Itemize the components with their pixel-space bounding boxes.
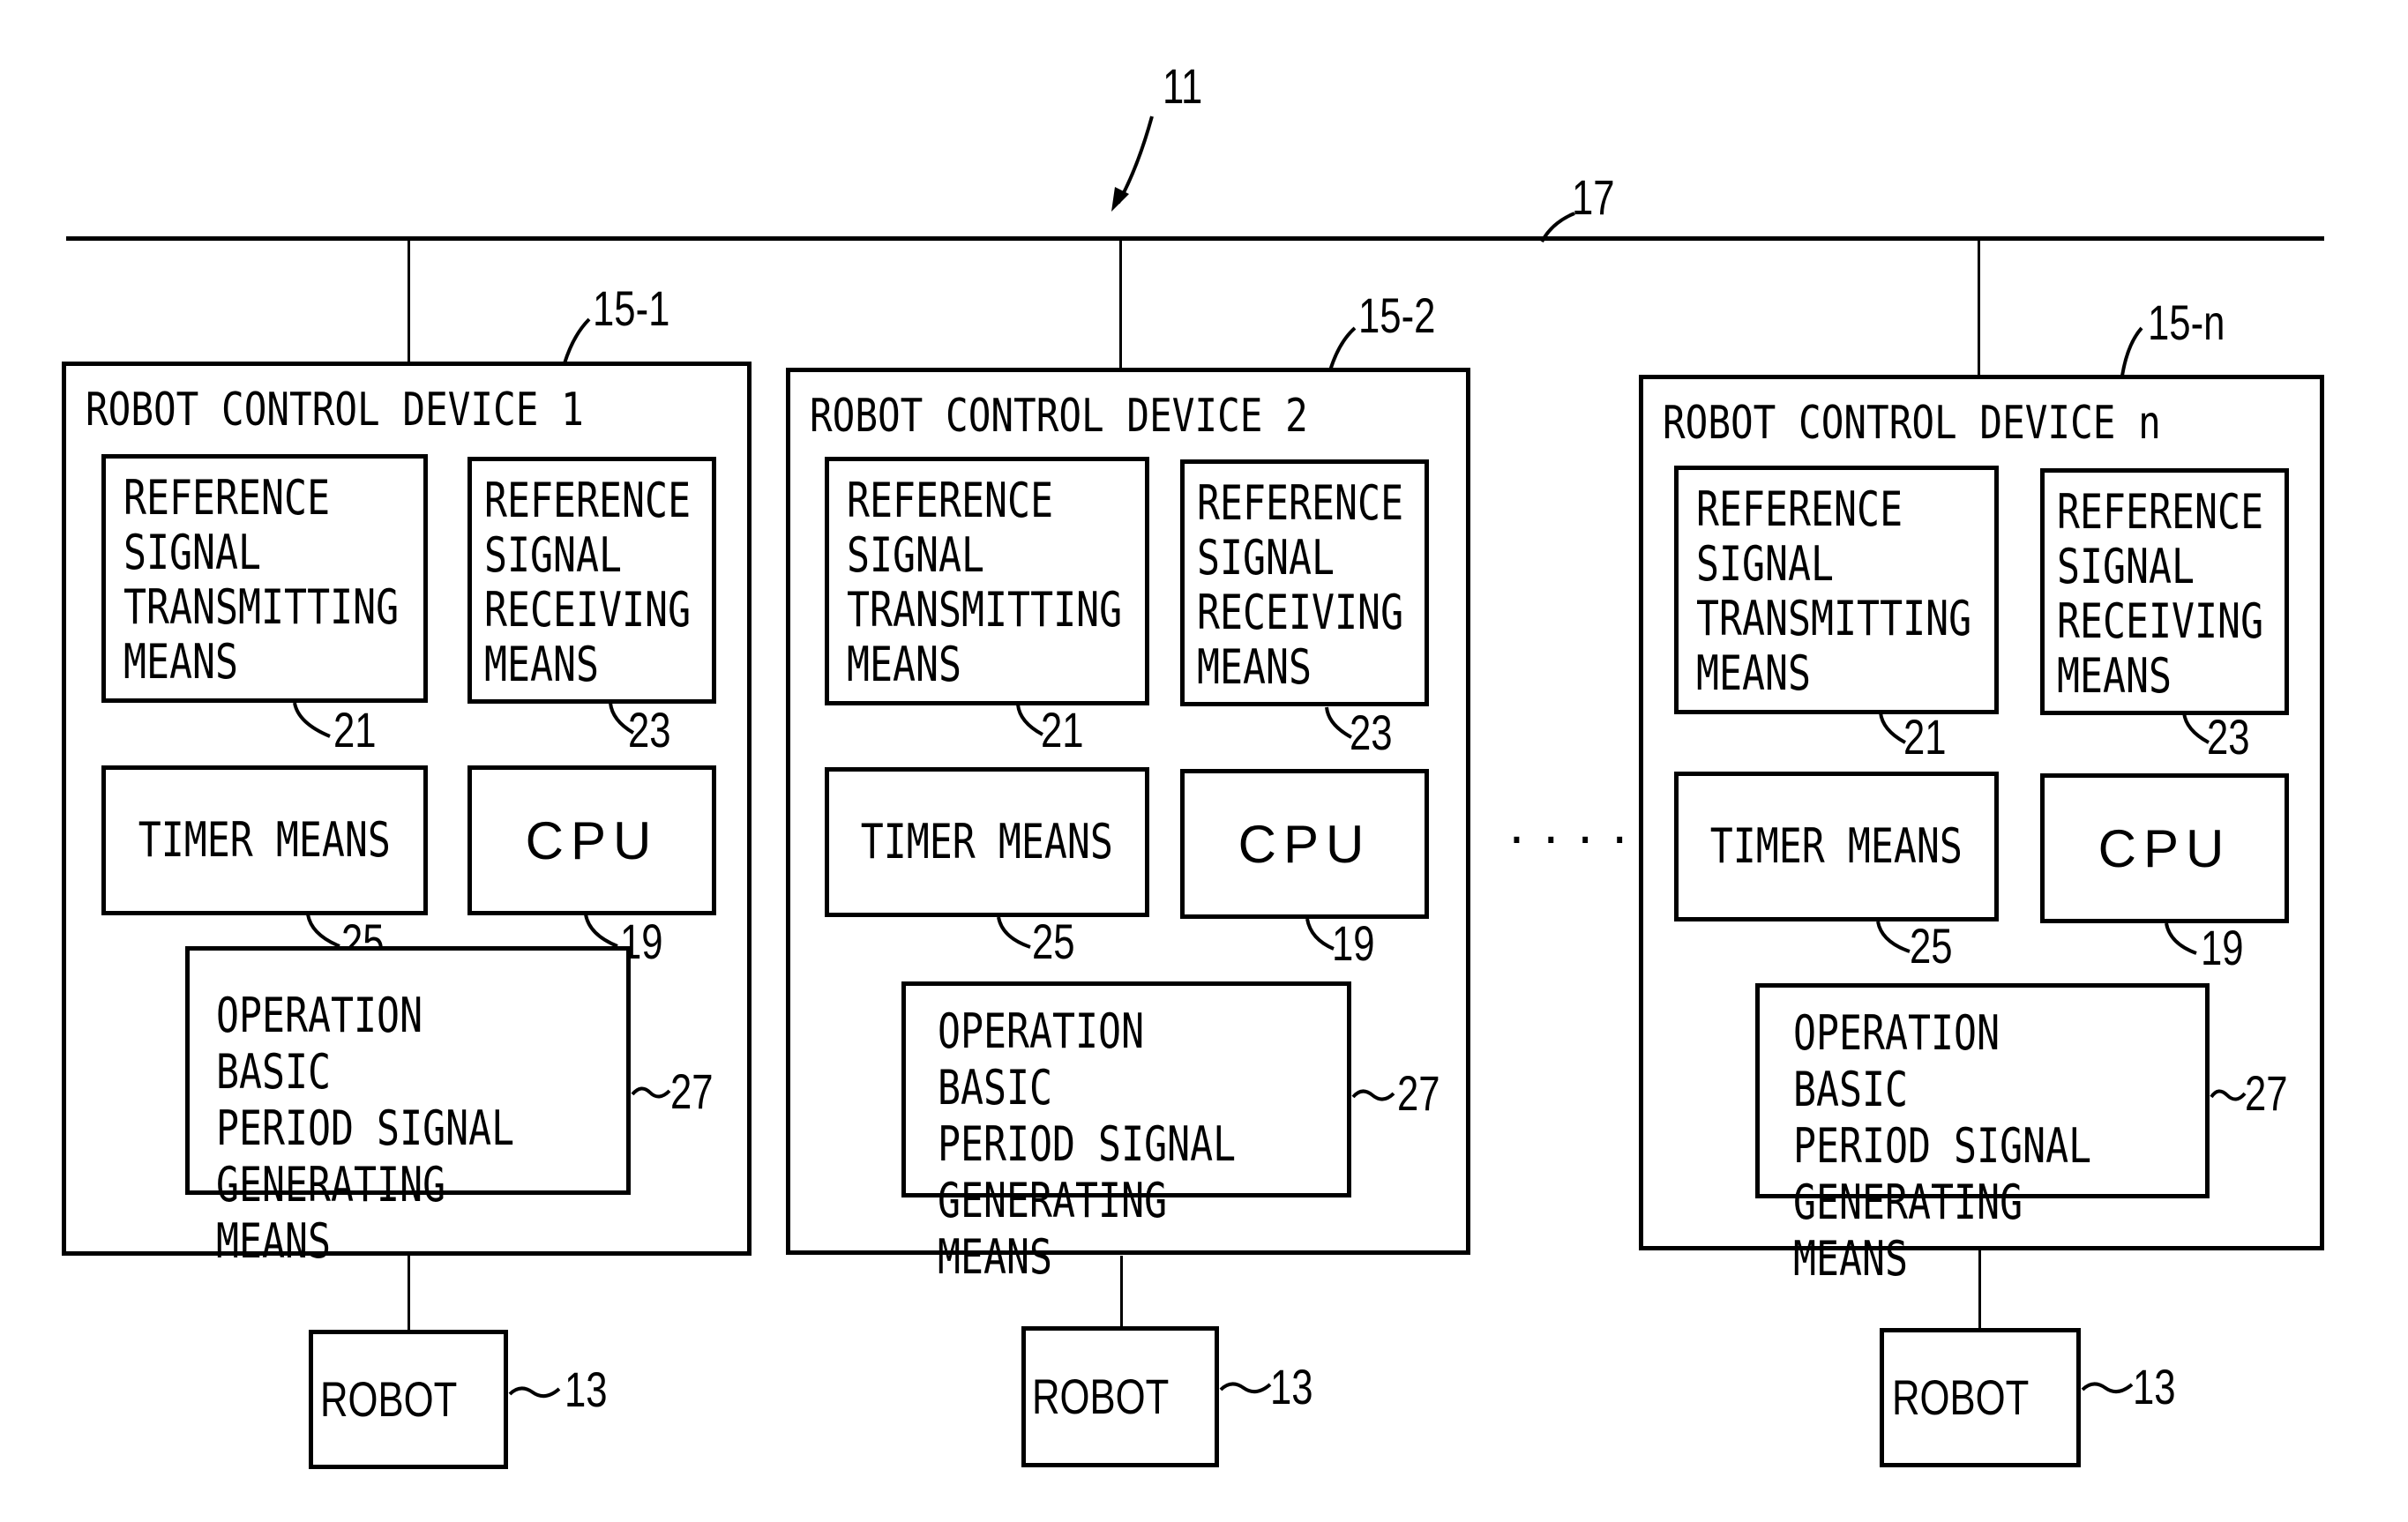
- timer-means-box: TIMER MEANS: [101, 765, 428, 915]
- reference-signal-transmitting-means-box: REFERENCE SIGNAL TRANSMITTING MEANS: [1674, 466, 1999, 714]
- ref-label-27: 27: [1397, 1065, 1440, 1121]
- communication-bus-line: [66, 236, 2324, 241]
- bus-drop-line-n: [1978, 238, 1980, 379]
- robot-box-n: ROBOT: [1880, 1328, 2081, 1467]
- leader-line-27: [631, 1086, 671, 1099]
- ref-label-device-2: 15-2: [1358, 287, 1436, 343]
- ref-label-19: 19: [2201, 920, 2244, 975]
- robot-link-line-1: [408, 1256, 410, 1333]
- cpu-box: CPU: [2040, 773, 2289, 923]
- box-label: TIMER MEANS: [138, 812, 392, 868]
- box-label: REFERENCE SIGNAL TRANSMITTING MEANS: [1696, 481, 1972, 701]
- box-label: CPU: [2098, 818, 2232, 878]
- ref-label-27: 27: [670, 1063, 714, 1119]
- device-n-leader-line: [2120, 326, 2143, 377]
- operation-basic-period-signal-generating-means-box: OPERATION BASIC PERIOD SIGNAL GENERATING…: [901, 981, 1351, 1285]
- robot-label: ROBOT: [1032, 1369, 1170, 1424]
- leader-line-23: [2182, 712, 2210, 744]
- robot-link-line-n: [1978, 1250, 1981, 1332]
- bus-drop-line-1: [408, 238, 410, 366]
- box-label: TIMER MEANS: [1709, 818, 1963, 874]
- leader-line-27: [2210, 1089, 2247, 1101]
- robot-box-2: ROBOT: [1021, 1326, 1219, 1467]
- operation-basic-period-signal-generating-means-box: OPERATION BASIC PERIOD SIGNAL GENERATING…: [1755, 983, 2210, 1287]
- ref-label-13: 13: [565, 1362, 608, 1417]
- bus-leader-line: [1540, 212, 1575, 242]
- diagram-canvas: 11 17 15-1 ROBOT CONTROL DEVICE 1 REFERE…: [0, 0, 2408, 1522]
- box-label: OPERATION BASIC PERIOD SIGNAL GENERATING…: [216, 988, 515, 1269]
- box-label: OPERATION BASIC PERIOD SIGNAL GENERATING…: [1793, 1005, 2092, 1287]
- leader-line-21: [1016, 704, 1043, 736]
- robot-box-1: ROBOT: [309, 1330, 508, 1469]
- box-label: REFERENCE SIGNAL RECEIVING MEANS: [2057, 484, 2264, 704]
- leader-line-13: [508, 1386, 561, 1399]
- cpu-box: CPU: [467, 765, 716, 915]
- ref-label-13: 13: [1270, 1359, 1313, 1414]
- box-label: TIMER MEANS: [860, 814, 1114, 869]
- box-label: OPERATION BASIC PERIOD SIGNAL GENERATING…: [938, 1003, 1237, 1285]
- box-label: REFERENCE SIGNAL RECEIVING MEANS: [1197, 475, 1404, 695]
- leader-line-27: [1351, 1089, 1395, 1101]
- box-label: REFERENCE SIGNAL TRANSMITTING MEANS: [847, 473, 1123, 692]
- leader-line-21: [1879, 712, 1906, 744]
- robot-label: ROBOT: [320, 1371, 458, 1427]
- ref-label-21: 21: [333, 702, 377, 757]
- ref-label-27: 27: [2245, 1065, 2288, 1121]
- reference-signal-transmitting-means-box: REFERENCE SIGNAL TRANSMITTING MEANS: [825, 457, 1149, 705]
- ref-label-system: 11: [1163, 58, 1203, 114]
- cpu-box: CPU: [1180, 769, 1429, 919]
- device-title: ROBOT CONTROL DEVICE 1: [86, 384, 584, 436]
- box-label: CPU: [525, 810, 659, 870]
- timer-means-box: TIMER MEANS: [1674, 772, 1999, 921]
- device-title: ROBOT CONTROL DEVICE 2: [810, 390, 1308, 443]
- box-label: REFERENCE SIGNAL TRANSMITTING MEANS: [123, 470, 400, 690]
- box-label: REFERENCE SIGNAL RECEIVING MEANS: [484, 473, 692, 692]
- leader-line-23: [1325, 706, 1352, 739]
- reference-signal-receiving-means-box: REFERENCE SIGNAL RECEIVING MEANS: [467, 457, 716, 704]
- reference-signal-receiving-means-box: REFERENCE SIGNAL RECEIVING MEANS: [1180, 459, 1429, 706]
- leader-line-21: [293, 702, 331, 738]
- reference-signal-transmitting-means-box: REFERENCE SIGNAL TRANSMITTING MEANS: [101, 454, 428, 703]
- robot-label: ROBOT: [1892, 1369, 2030, 1425]
- leader-line-13: [1219, 1382, 1272, 1394]
- system-arrow-icon: [1111, 116, 1154, 212]
- reference-signal-receiving-means-box: REFERENCE SIGNAL RECEIVING MEANS: [2040, 468, 2289, 715]
- ref-label-device-n: 15-n: [2148, 295, 2225, 350]
- timer-means-box: TIMER MEANS: [825, 767, 1149, 917]
- ref-label-device-1: 15-1: [593, 280, 670, 336]
- robot-link-line-2: [1120, 1256, 1123, 1330]
- leader-line-19: [1305, 918, 1335, 951]
- leader-line-13: [2081, 1382, 2134, 1394]
- leader-line-23: [609, 702, 635, 735]
- leader-line-25: [1876, 921, 1911, 953]
- leader-line-19: [2165, 922, 2197, 955]
- device-title: ROBOT CONTROL DEVICE n: [1663, 397, 2161, 450]
- leader-line-25: [997, 916, 1031, 949]
- operation-basic-period-signal-generating-means-box: OPERATION BASIC PERIOD SIGNAL GENERATING…: [185, 946, 631, 1269]
- ref-label-13: 13: [2133, 1359, 2176, 1414]
- box-label: CPU: [1238, 814, 1372, 874]
- bus-drop-line-2: [1119, 238, 1122, 370]
